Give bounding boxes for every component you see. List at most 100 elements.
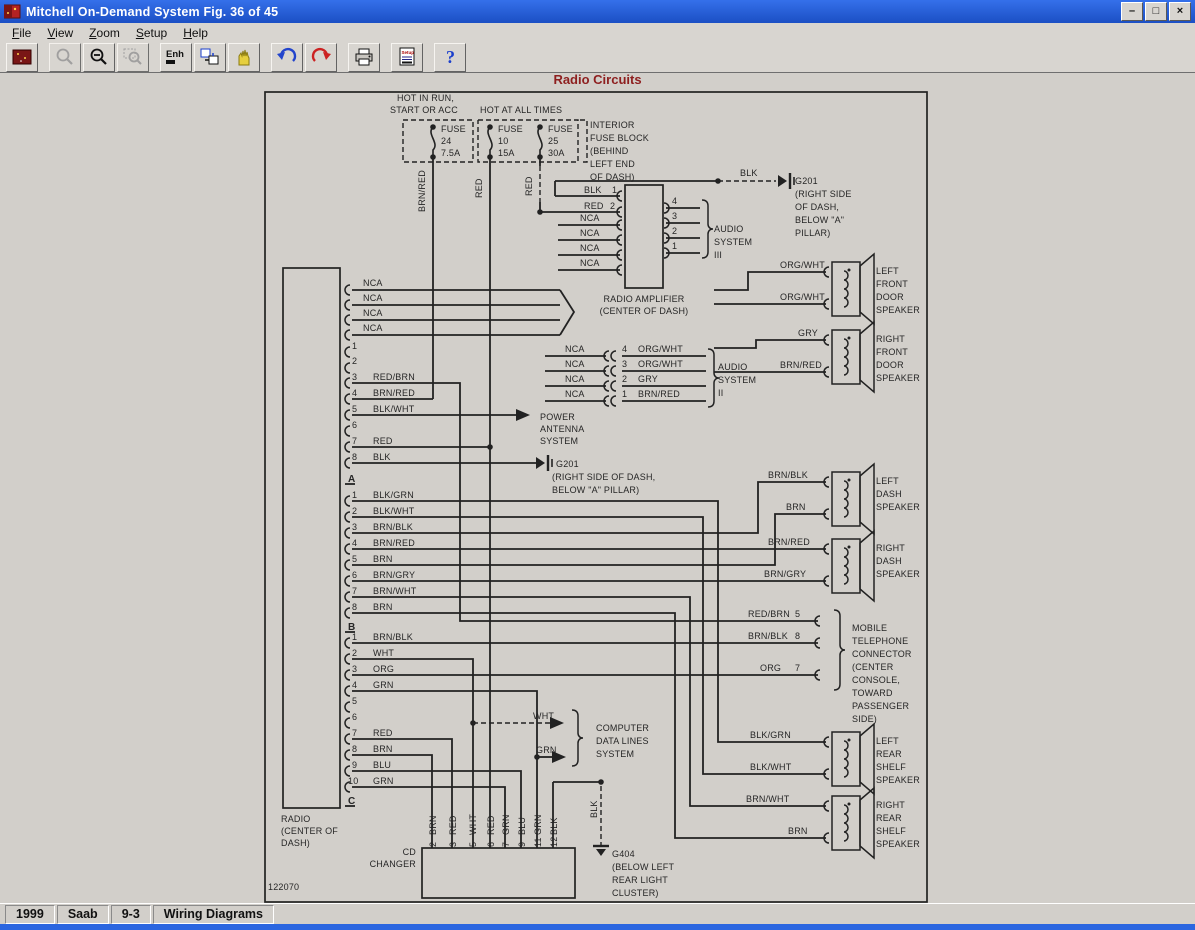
diagram-label: RIGHT [876,800,905,810]
diagram-label: 1 [672,241,677,251]
diagram-label: RED [448,815,458,835]
diagram-label: HOT IN RUN, [397,93,454,103]
diagram-label: 8 [352,602,357,612]
diagram-label: 1 [622,389,627,399]
pin-arc [344,717,351,729]
diagram-label: CONNECTOR [852,649,912,659]
pin-arc [344,653,351,665]
brace [833,609,846,691]
diagram-label: SPEAKER [876,305,920,315]
diagram-label: 3 [672,211,677,221]
pin-arc [344,314,351,326]
diagram-label: G201 [556,459,579,469]
diagram-label: 3 [622,359,627,369]
diagram-label: SYSTEM [540,436,578,446]
pin-arc [344,511,351,523]
diagram-label: WHT [533,711,554,721]
junction-dot [537,209,543,215]
diagram-label: BRN/GRY [373,570,415,580]
speaker-icon [847,738,851,742]
diagram-label: 3 [352,372,357,382]
speaker-icon [847,545,851,549]
diagram-label: RED [474,178,484,198]
diagram-label: 10 [348,776,358,786]
diagram-label: SHELF [876,762,906,772]
diagram-label: 7 [795,663,800,673]
diagram-label: REAR [876,749,902,759]
diagram-label: 8 [352,744,357,754]
pin-arc [823,508,830,520]
diagram-label: 4 [352,538,357,548]
speaker-coil-icon [843,270,849,308]
diagram-label: 122070 [268,882,299,892]
diagram-label: BRN/WHT [746,794,790,804]
diagram-label: ORG/WHT [638,344,683,354]
diagram-label: RED [486,815,496,835]
diagram-label: NCA [580,213,600,223]
diagram-label: NCA [565,344,585,354]
speaker-icon [847,268,851,272]
diagram-label: A [348,474,355,485]
pin-arc [344,733,351,745]
diagram-label: 1 [352,490,357,500]
ground-icon [778,175,787,187]
pin-arc [823,334,830,346]
component-box [421,847,576,899]
pin-arc [344,299,351,311]
diagram-label: AUDIO [718,362,748,372]
diagram-label: 5 [352,404,357,414]
diagram-label: 7 [352,436,357,446]
diagram-label: GRN [373,680,394,690]
ground-icon [536,457,545,469]
pin-arc [603,380,610,392]
diagram-label: BLK/GRN [750,730,791,740]
diagram-label: INTERIOR [590,120,635,130]
brace [701,199,714,259]
pin-arc [344,457,351,469]
diagram-label: GRN [373,776,394,786]
diagram-label: NCA [565,374,585,384]
speaker-icon [859,462,875,536]
diagram-label: (RIGHT SIDE OF DASH, [552,472,655,482]
diagram-label: ANTENNA [540,424,584,434]
pin-arc [823,476,830,488]
diagram-label: NCA [363,323,383,333]
diagram-label: BRN/RED [780,360,822,370]
diagram-label: SYSTEM [714,237,752,247]
diagram-label: SIDE) [852,714,877,724]
diagram-label: NCA [580,243,600,253]
pin-arc [344,575,351,587]
diagram-label: DASH) [281,838,310,848]
diagram-label: (CENTER OF DASH) [600,306,689,316]
pin-arc [344,607,351,619]
diagram-label: REAR [876,813,902,823]
brace [571,709,584,767]
diagram-label: 6 [352,712,357,722]
diagram-label: 6 [486,842,496,847]
diagram-label: 3 [352,522,357,532]
speaker-icon [859,320,875,394]
diagram-label: BRN/RED [768,537,810,547]
diagram-label: ORG [760,663,781,673]
fuse-icon [487,126,493,157]
diagram-label: POWER [540,412,575,422]
pin-arc [823,832,830,844]
diagram-label: 2 [428,842,438,847]
diagram-label: CLUSTER) [612,888,659,898]
pin-arc [344,441,351,453]
wire [559,289,576,336]
pin-arc [610,380,617,392]
pin-arc [603,365,610,377]
diagram-label: 7.5A [441,148,460,158]
diagram-label: BELOW "A" [795,215,844,225]
diagram-label: BELOW "A" PILLAR) [552,485,639,495]
diagram-label: COMPUTER [596,723,649,733]
diagram-label: 5 [352,696,357,706]
pin-arc [344,685,351,697]
diagram-label: 2 [610,201,615,211]
status-bar: 1999 Saab 9-3 Wiring Diagrams [0,903,1195,924]
diagram-label: SPEAKER [876,502,920,512]
dashed-wire [580,119,588,163]
speaker-icon [847,478,851,482]
diagram-label: MOBILE [852,623,887,633]
